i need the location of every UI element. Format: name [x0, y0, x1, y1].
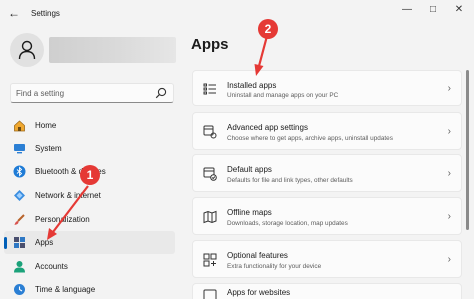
arrow-head-2	[254, 64, 264, 76]
annotation-arrows	[47, 35, 269, 240]
arrow-to-apps	[52, 185, 89, 233]
callout-badge-2: 2	[258, 19, 278, 39]
arrow-to-installed-apps	[257, 35, 269, 67]
callout-badge-1: 1	[80, 165, 100, 185]
